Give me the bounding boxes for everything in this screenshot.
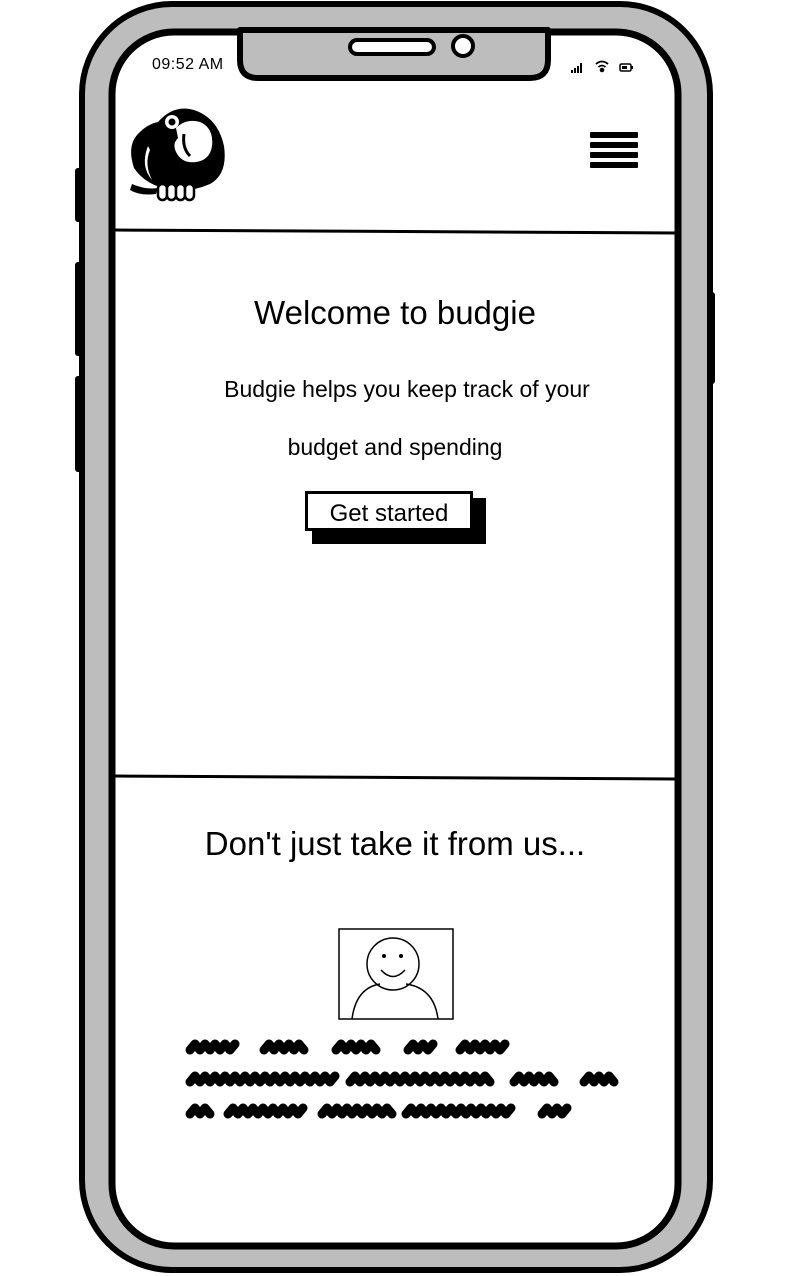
wifi-icon <box>595 60 609 73</box>
battery-icon <box>619 63 633 72</box>
hamburger-menu-icon[interactable] <box>586 130 642 176</box>
budgie-logo[interactable] <box>128 104 228 204</box>
signal-icon <box>571 63 582 73</box>
get-started-button[interactable]: Get started <box>305 491 473 531</box>
hero-description-line-2: budget and spending <box>287 434 503 460</box>
user-avatar-placeholder <box>338 928 454 1020</box>
testimonial-quote-placeholder <box>185 1039 619 1119</box>
status-time: 09:52 AM <box>152 56 224 73</box>
status-icons <box>571 60 633 73</box>
hero-description-line-1: Budgie helps you keep track of your <box>224 376 590 402</box>
hero-description: Budgie helps you keep track of your budg… <box>0 360 790 476</box>
hero-title: Welcome to budgie <box>254 294 536 331</box>
testimonials-title: Don't just take it from us... <box>204 825 586 862</box>
